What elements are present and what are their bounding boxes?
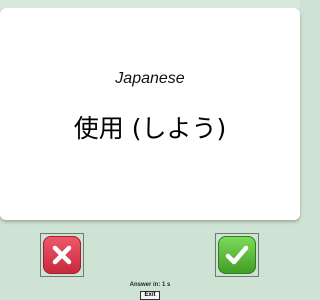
wrong-answer-button[interactable] — [43, 236, 81, 274]
x-icon — [52, 245, 72, 265]
exit-button[interactable]: Exit — [140, 291, 160, 300]
check-icon — [225, 245, 249, 265]
answer-timer-label: Answer in: 1 s — [129, 282, 171, 288]
card-word: 使用 (しよう) — [73, 114, 227, 143]
right-answer-button[interactable] — [218, 236, 256, 274]
flashcard: Japanese 使用 (しよう) — [0, 8, 300, 220]
card-language-label: Japanese — [115, 70, 185, 87]
top-strip — [0, 0, 300, 8]
right-button-frame — [215, 233, 259, 277]
wrong-button-frame — [40, 233, 84, 277]
